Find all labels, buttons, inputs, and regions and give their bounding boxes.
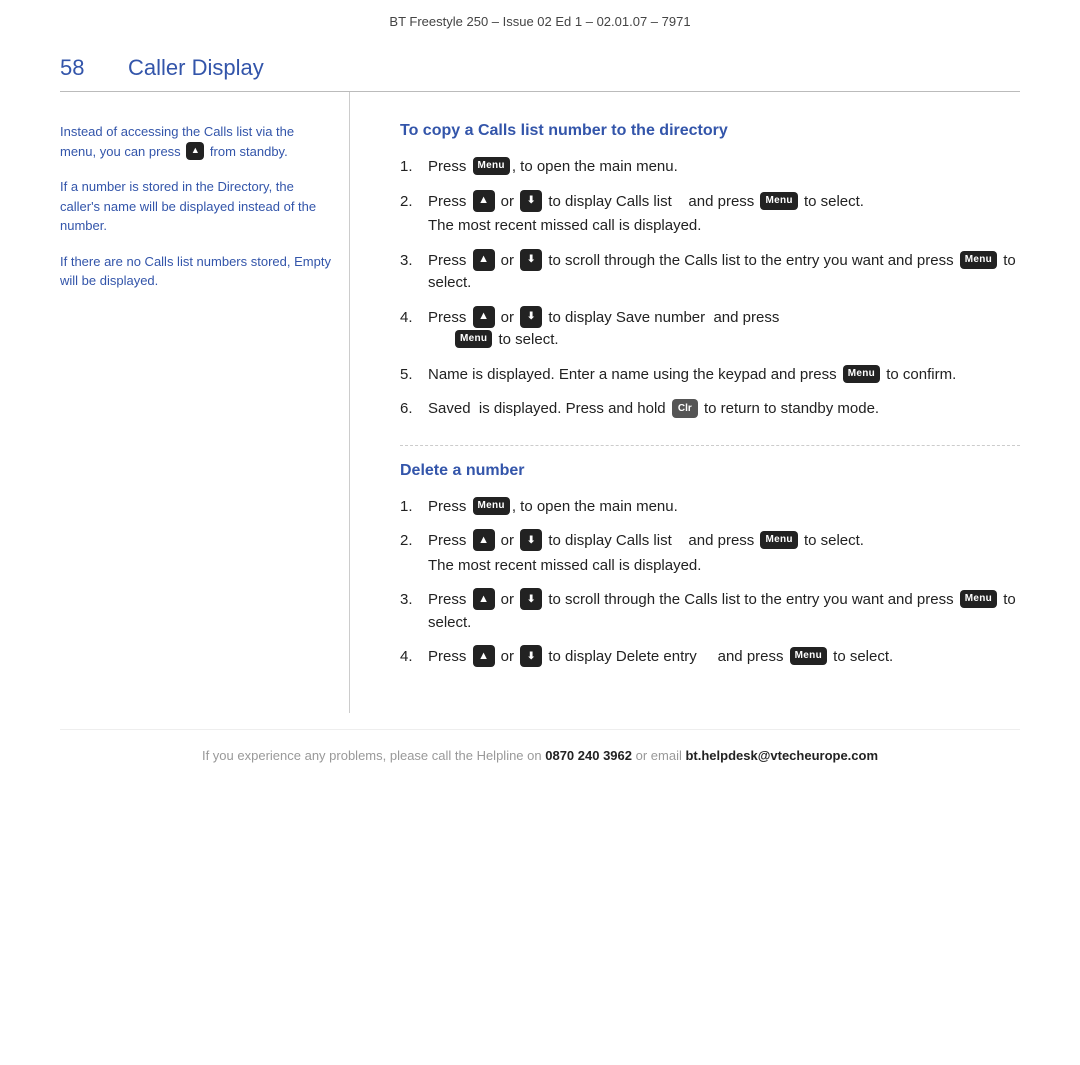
down-arrow-d2: ⬇ <box>520 529 542 551</box>
section-number: 58 <box>60 55 100 81</box>
up-arrow-d4: ▲ <box>473 645 495 667</box>
sidebar: Instead of accessing the Calls list via … <box>60 92 350 713</box>
menu-btn-d3: Menu <box>960 590 997 608</box>
menu-btn-d1: Menu <box>473 497 510 515</box>
up-arrow-d3: ▲ <box>473 588 495 610</box>
standby-button-icon: ▲ <box>186 142 204 160</box>
copy-step-5: 5. Name is displayed. Enter a name using… <box>400 364 1020 387</box>
footer-middle: or email <box>632 748 685 763</box>
menu-btn-c2: Menu <box>760 192 797 210</box>
sidebar-note-3: If there are no Calls list numbers store… <box>60 252 331 291</box>
copy-step-2: 2. Press ▲ or ⬇ to display Calls list an… <box>400 191 1020 238</box>
section-header: 58 Caller Display <box>60 37 1020 92</box>
content-area: Instead of accessing the Calls list via … <box>60 92 1020 713</box>
page-header: BT Freestyle 250 – Issue 02 Ed 1 – 02.01… <box>0 0 1080 37</box>
menu-btn-d2: Menu <box>760 531 797 549</box>
sidebar-note-2: If a number is stored in the Directory, … <box>60 177 331 236</box>
delete-step-2: 2. Press ▲ or ⬇ to display Calls list an… <box>400 530 1020 577</box>
copy-section-title: To copy a Calls list number to the direc… <box>400 122 1020 140</box>
up-arrow-c3: ▲ <box>473 249 495 271</box>
header-text: BT Freestyle 250 – Issue 02 Ed 1 – 02.01… <box>389 14 690 29</box>
up-arrow-d2: ▲ <box>473 529 495 551</box>
section-title: Caller Display <box>128 55 264 81</box>
footer-phone: 0870 240 3962 <box>545 748 632 763</box>
copy-steps-list: 1. Press Menu, to open the main menu. 2.… <box>400 156 1020 421</box>
down-arrow-c2: ⬇ <box>520 190 542 212</box>
menu-btn-d4: Menu <box>790 647 827 665</box>
copy-step-4: 4. Press ▲ or ⬇ to display Save number a… <box>400 307 1020 352</box>
menu-btn-c3: Menu <box>960 251 997 269</box>
delete-step-4: 4. Press ▲ or ⬇ to display Delete entry … <box>400 646 1020 669</box>
up-arrow-c4: ▲ <box>473 306 495 328</box>
up-arrow-c2: ▲ <box>473 190 495 212</box>
delete-steps-list: 1. Press Menu, to open the main menu. 2.… <box>400 496 1020 669</box>
main-content: To copy a Calls list number to the direc… <box>350 92 1020 713</box>
delete-step-1: 1. Press Menu, to open the main menu. <box>400 496 1020 519</box>
footer-prefix: If you experience any problems, please c… <box>202 748 545 763</box>
clr-btn-c6: Clr <box>672 399 698 418</box>
divider <box>400 445 1020 446</box>
copy-step-3: 3. Press ▲ or ⬇ to scroll through the Ca… <box>400 250 1020 295</box>
down-arrow-c3: ⬇ <box>520 249 542 271</box>
delete-section-title: Delete a number <box>400 462 1020 480</box>
page-body: 58 Caller Display Instead of accessing t… <box>0 37 1080 779</box>
page-footer: If you experience any problems, please c… <box>60 729 1020 779</box>
menu-btn-c5: Menu <box>843 365 880 383</box>
copy-step-1: 1. Press Menu, to open the main menu. <box>400 156 1020 179</box>
down-arrow-c4: ⬇ <box>520 306 542 328</box>
down-arrow-d3: ⬇ <box>520 588 542 610</box>
delete-step-3: 3. Press ▲ or ⬇ to scroll through the Ca… <box>400 589 1020 634</box>
menu-btn-c1: Menu <box>473 157 510 175</box>
menu-btn-c4: Menu <box>455 330 492 348</box>
copy-step-6: 6. Saved is displayed. Press and hold Cl… <box>400 398 1020 421</box>
footer-email: bt.helpdesk@vtecheurope.com <box>685 748 878 763</box>
down-arrow-d4: ⬇ <box>520 645 542 667</box>
sidebar-note-1: Instead of accessing the Calls list via … <box>60 122 331 161</box>
